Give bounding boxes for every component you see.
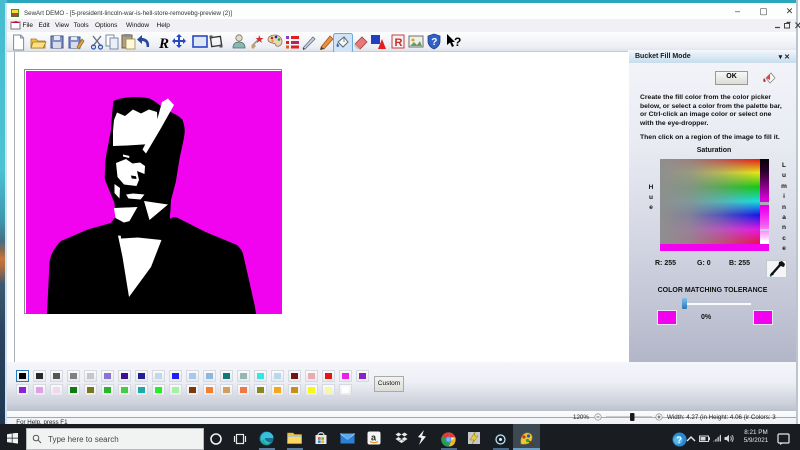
svg-text:R: R [395,37,403,49]
svg-text:?: ? [454,35,461,49]
svg-text:?: ? [431,37,437,48]
svg-text:R: R [158,36,169,52]
svg-text:?: ? [677,435,683,445]
